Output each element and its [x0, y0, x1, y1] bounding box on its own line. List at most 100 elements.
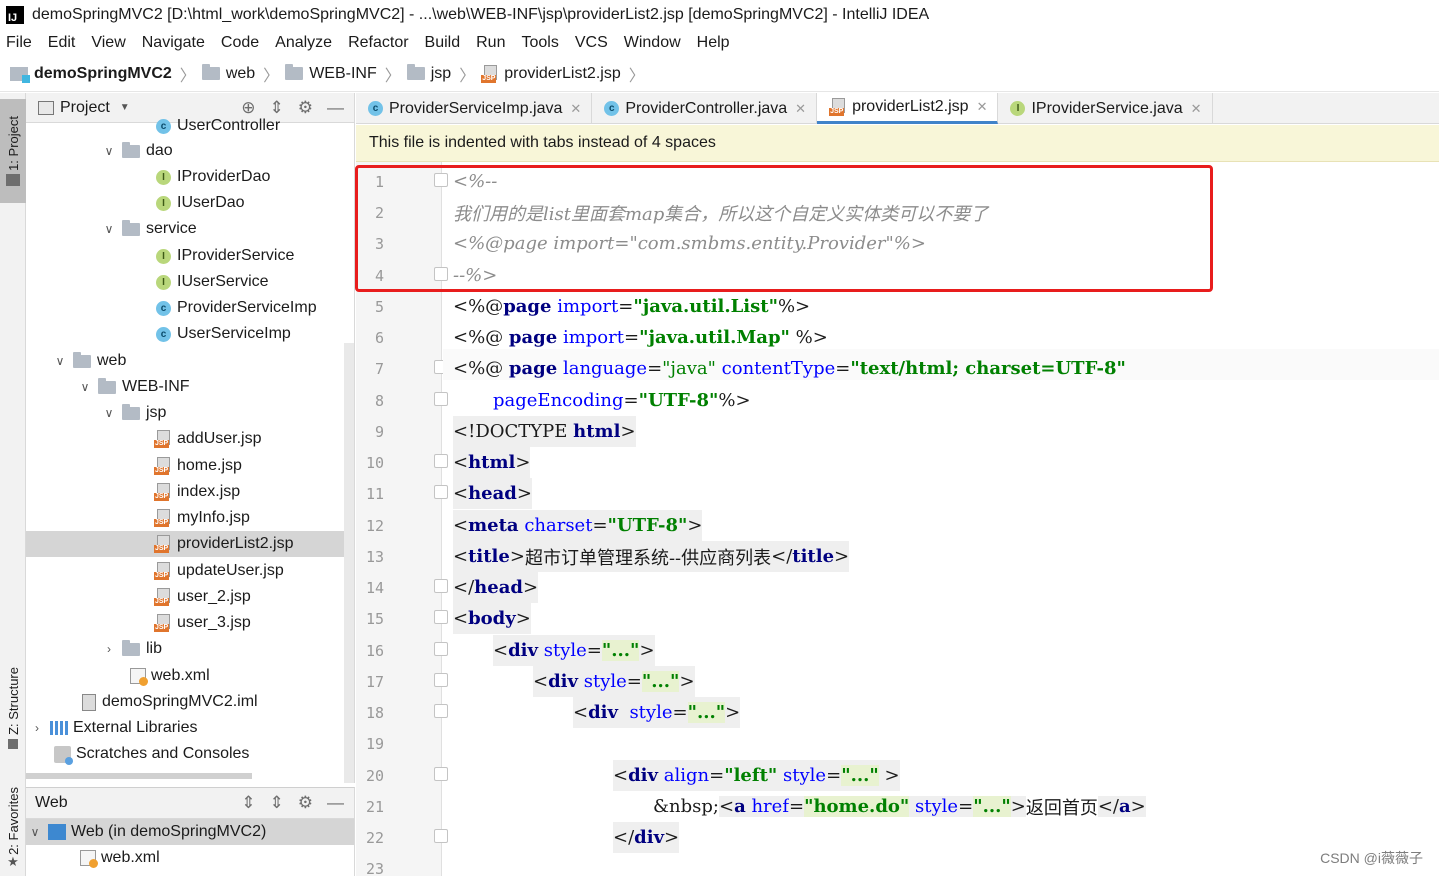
fold-marker-icon[interactable] [434, 485, 448, 499]
line-number: 23 [365, 860, 384, 876]
chevron-down-icon[interactable]: ▼ [120, 102, 130, 113]
breadcrumb-separator: 〉 [459, 67, 476, 85]
xml-file-icon [80, 850, 98, 868]
breadcrumb-file[interactable]: JSP providerList2.jsp [481, 64, 621, 83]
tree-item-adduser-jsp[interactable]: JSP addUser.jsp [26, 426, 354, 452]
tree-item-home-jsp[interactable]: JSP home.jsp [26, 453, 354, 479]
fold-marker-icon[interactable] [434, 767, 448, 781]
tab-providerlist2-jsp[interactable]: JSP providerList2.jsp ✕ [817, 93, 999, 124]
collapse-all-icon[interactable]: ⇕ [270, 793, 284, 813]
tree-item-updateuser-jsp[interactable]: JSP updateUser.jsp [26, 558, 354, 584]
tree-item-web[interactable]: ∨ web [26, 348, 354, 374]
menu-run[interactable]: Run [476, 34, 505, 52]
tree-item-service[interactable]: ∨ service [26, 216, 354, 242]
chevron-down-icon[interactable]: ∨ [53, 354, 67, 368]
fold-marker-icon[interactable] [434, 642, 448, 656]
chevron-down-icon[interactable]: ∨ [28, 825, 42, 839]
folder-icon [201, 64, 220, 80]
tree-item-userserviceimp[interactable]: c UserServiceImp [26, 321, 354, 347]
menu-code[interactable]: Code [221, 34, 259, 52]
line-number: 15 [365, 610, 384, 628]
web-tree-item-module[interactable]: ∨ Web (in demoSpringMVC2) [26, 819, 354, 845]
fold-marker-icon[interactable] [434, 392, 448, 406]
web-panel-title: Web [35, 794, 68, 811]
tree-item-iml[interactable]: demoSpringMVC2.iml [26, 689, 354, 715]
chevron-down-icon[interactable]: ∨ [78, 380, 92, 394]
menu-view[interactable]: View [91, 34, 125, 52]
close-icon[interactable]: ✕ [795, 101, 806, 117]
vertical-scrollbar[interactable] [344, 343, 354, 783]
menu-analyze[interactable]: Analyze [275, 34, 332, 52]
code-editor[interactable]: 1 2 3 4 5 6 7 8 9 10 11 12 13 14 15 16 1… [356, 162, 1439, 876]
menu-vcs[interactable]: VCS [575, 34, 608, 52]
fold-marker-icon[interactable] [434, 454, 448, 468]
tree-item-external-libraries[interactable]: › External Libraries [26, 715, 354, 741]
close-icon[interactable]: ✕ [570, 101, 581, 117]
tree-item-web-inf[interactable]: ∨ WEB-INF [26, 374, 354, 400]
chevron-right-icon[interactable]: › [102, 642, 116, 656]
breadcrumb-jsp[interactable]: jsp [406, 64, 451, 83]
menu-window[interactable]: Window [624, 34, 681, 52]
line-number: 13 [365, 548, 384, 566]
chevron-down-icon[interactable]: ∨ [102, 144, 116, 158]
menu-refactor[interactable]: Refactor [348, 34, 408, 52]
web-tree-item-web-xml[interactable]: web.xml [26, 845, 354, 871]
class-icon: c [604, 101, 620, 116]
menu-navigate[interactable]: Navigate [142, 34, 205, 52]
tree-item-iuserservice[interactable]: I IUserService [26, 269, 354, 295]
menu-file[interactable]: File [6, 34, 32, 52]
close-icon[interactable]: ✕ [1191, 101, 1202, 117]
fold-marker-icon[interactable] [434, 267, 448, 281]
line-number: 10 [365, 454, 384, 472]
class-icon: c [368, 101, 383, 116]
folder-icon [285, 64, 304, 80]
structure-tool-tab[interactable]: Z: Structure [0, 653, 26, 763]
menu-edit[interactable]: Edit [48, 34, 76, 52]
tree-item-iproviderdao[interactable]: I IProviderDao [26, 164, 354, 190]
tree-item-jsp-folder[interactable]: ∨ jsp [26, 400, 354, 426]
code-line-17: < div style = "..." > [533, 666, 695, 697]
menu-help[interactable]: Help [697, 34, 730, 52]
tree-item-partial[interactable]: c UserController [26, 113, 354, 139]
code-line-4: --%> [453, 265, 498, 286]
menu-build[interactable]: Build [425, 34, 461, 52]
tree-item-providerserviceimp[interactable]: c ProviderServiceImp [26, 295, 354, 321]
tree-item-lib[interactable]: › lib [26, 636, 354, 662]
breadcrumb-web-inf[interactable]: WEB-INF [285, 64, 377, 83]
fold-marker-icon[interactable] [434, 579, 448, 593]
tree-item-user3-jsp[interactable]: JSP user_3.jsp [26, 610, 354, 636]
tree-item-providerlist2-jsp[interactable]: JSP providerList2.jsp [26, 531, 354, 557]
gear-icon[interactable]: ⚙ [298, 793, 313, 813]
horizontal-scrollbar[interactable] [26, 773, 252, 779]
breadcrumb-project[interactable]: demoSpringMVC2 [10, 65, 172, 83]
tree-item-index-jsp[interactable]: JSP index.jsp [26, 479, 354, 505]
fold-marker-icon[interactable] [434, 673, 448, 687]
tree-item-scratches[interactable]: Scratches and Consoles [26, 741, 354, 767]
editor-gutter: 1 2 3 4 5 6 7 8 9 10 11 12 13 14 15 16 1… [356, 162, 448, 876]
tree-item-iuserdao[interactable]: I IUserDao [26, 190, 354, 216]
fold-marker-icon[interactable] [434, 173, 448, 187]
fold-marker-icon[interactable] [434, 704, 448, 718]
fold-marker-icon[interactable] [434, 610, 448, 624]
favorites-tool-tab[interactable]: 2: Favorites ★ [0, 781, 26, 876]
breadcrumb-web[interactable]: web [201, 64, 255, 83]
code-line-10: < html > [453, 447, 531, 478]
tab-providercontroller[interactable]: c ProviderController.java ✕ [592, 93, 818, 124]
tab-iproviderservice[interactable]: I IProviderService.java ✕ [998, 93, 1213, 124]
fold-marker-icon[interactable] [434, 829, 448, 843]
tree-item-iproviderservice[interactable]: I IProviderService [26, 243, 354, 269]
tree-item-myinfo-jsp[interactable]: JSP myInfo.jsp [26, 505, 354, 531]
menu-tools[interactable]: Tools [521, 34, 558, 52]
chevron-down-icon[interactable]: ∨ [102, 222, 116, 236]
tab-providerserviceimp[interactable]: c ProviderServiceImp.java ✕ [356, 93, 593, 124]
line-number: 7 [374, 360, 384, 378]
minimize-icon[interactable]: — [327, 793, 344, 813]
tree-item-user2-jsp[interactable]: JSP user_2.jsp [26, 584, 354, 610]
chevron-right-icon[interactable]: › [30, 721, 44, 735]
expand-all-icon[interactable]: ⇕ [241, 793, 255, 813]
project-tool-tab[interactable]: 1: Project [0, 99, 26, 203]
chevron-down-icon[interactable]: ∨ [102, 406, 116, 420]
tree-item-web-xml[interactable]: web.xml [26, 663, 354, 689]
close-icon[interactable]: ✕ [977, 99, 988, 115]
tree-item-dao[interactable]: ∨ dao [26, 138, 354, 164]
